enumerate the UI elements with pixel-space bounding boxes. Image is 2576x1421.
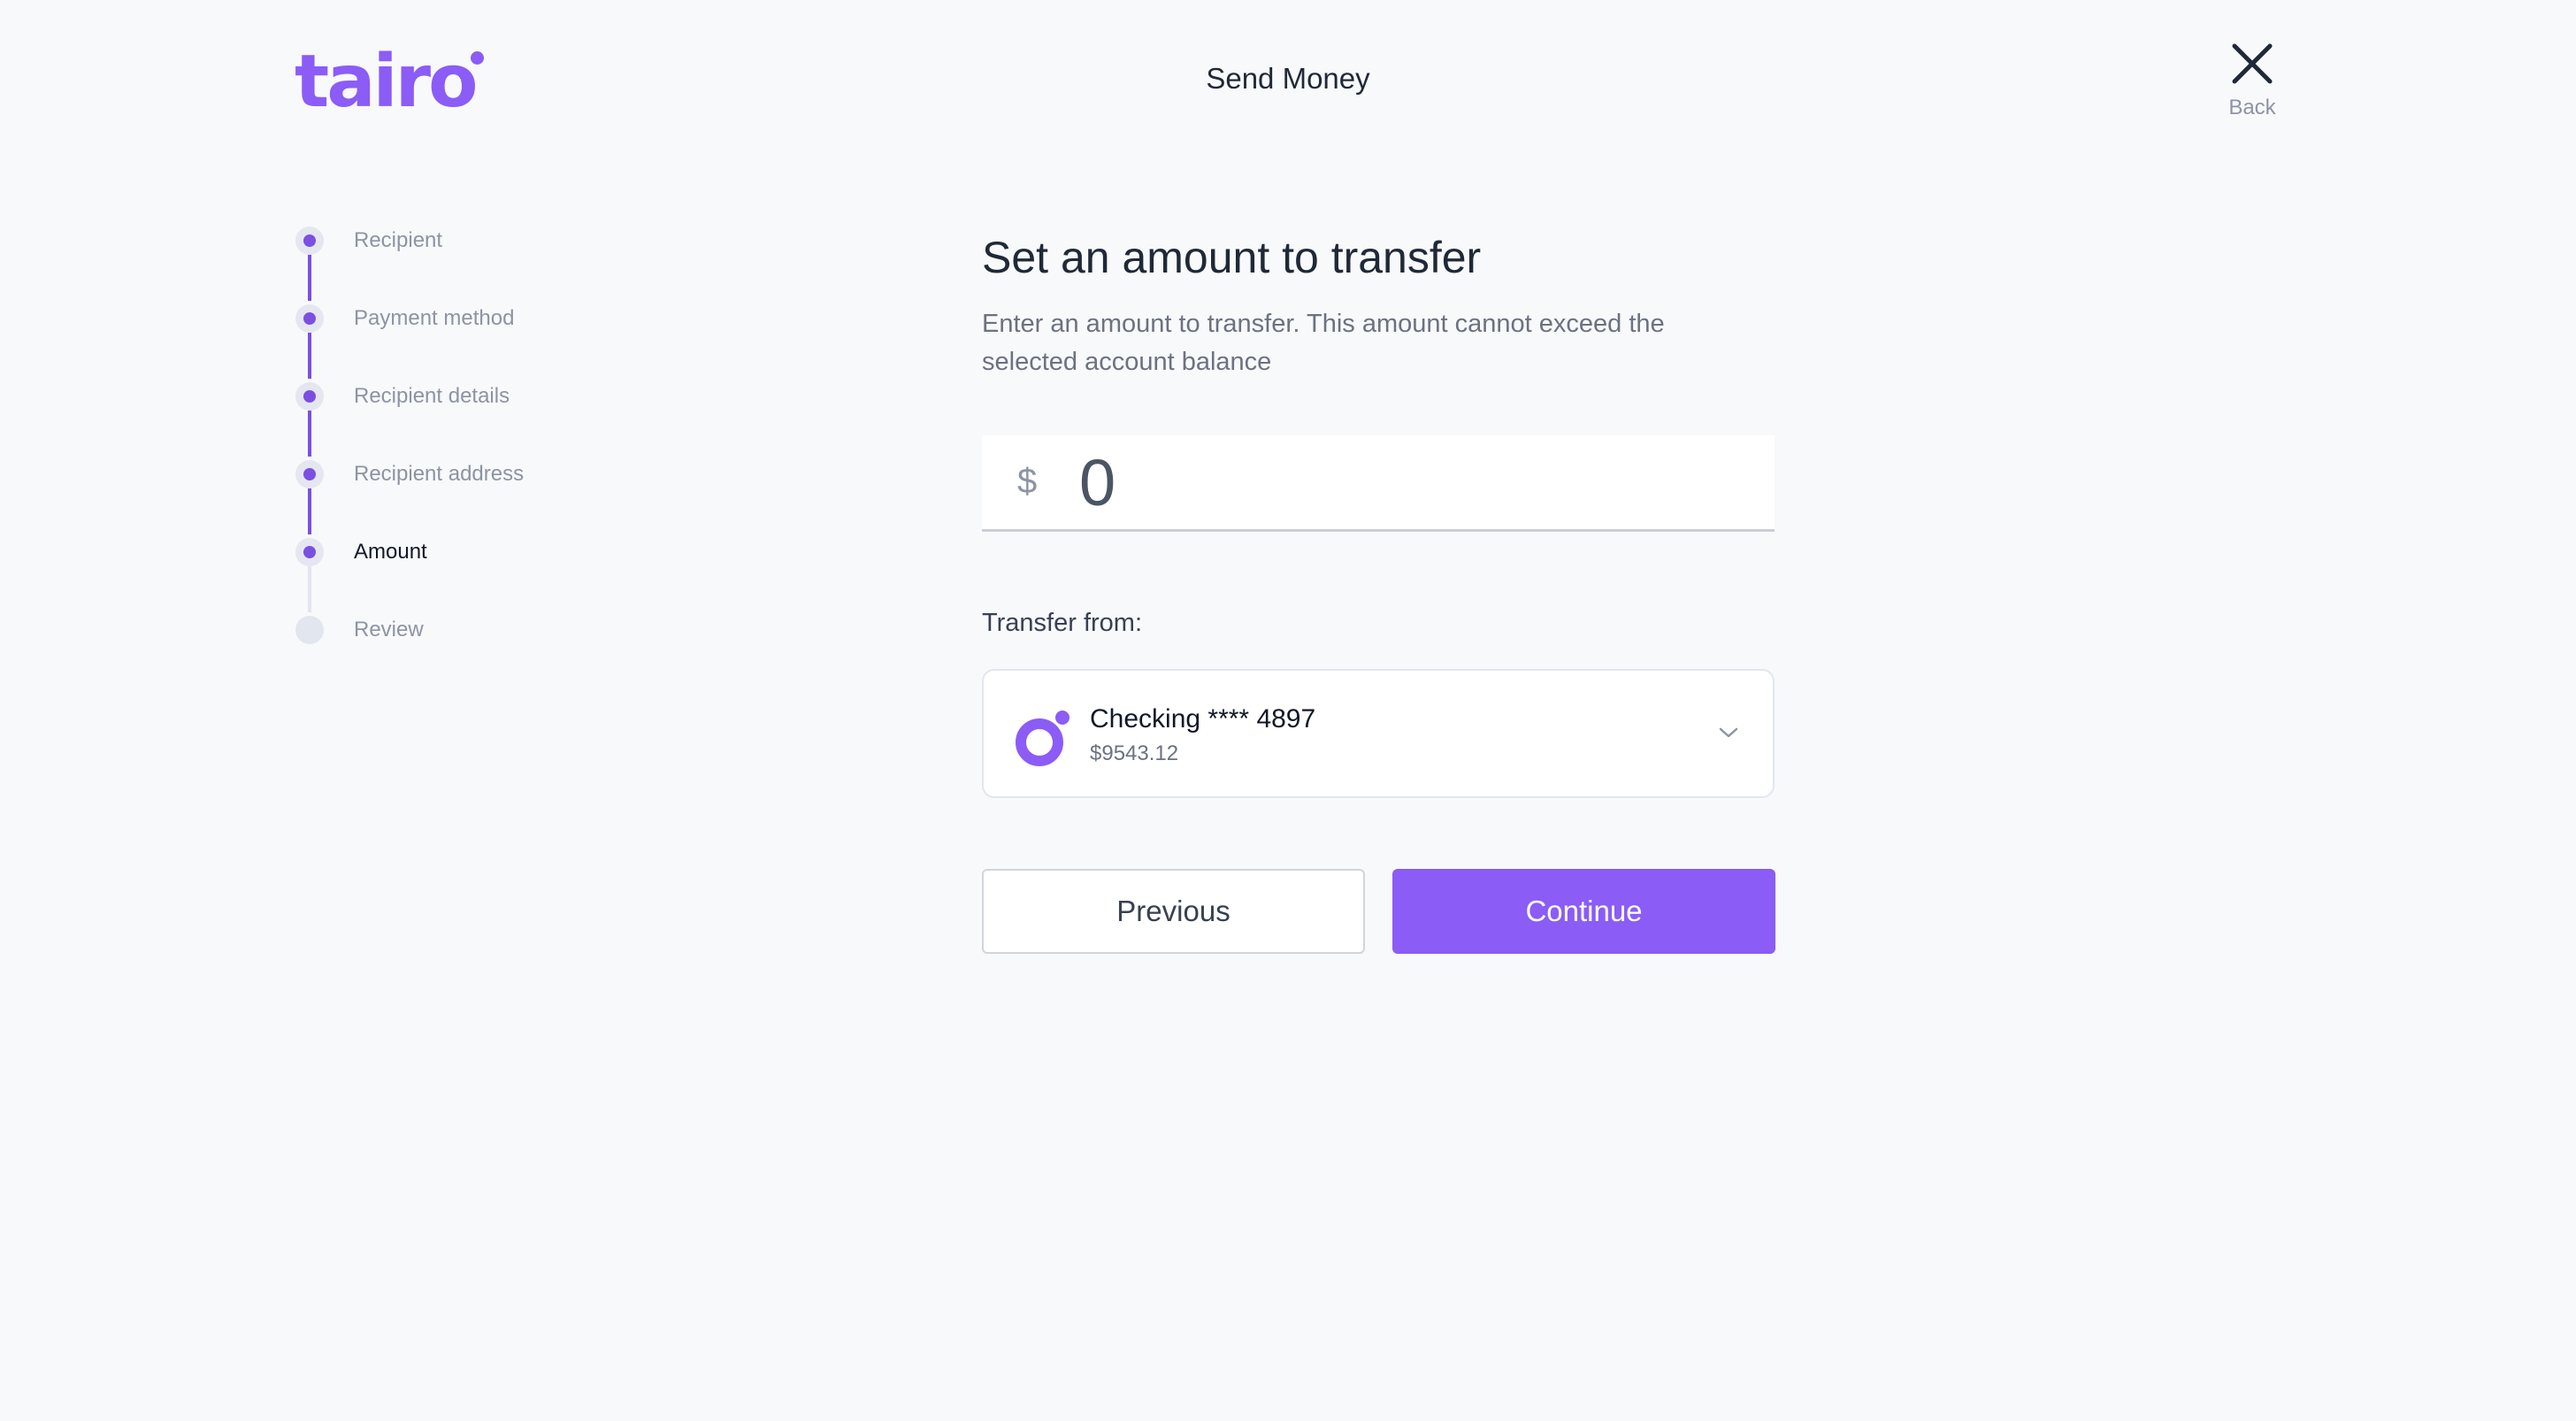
step-label: Recipient [354,228,443,252]
page-title: Send Money [1206,62,1370,95]
back-button[interactable]: Back [2208,41,2296,129]
chevron-down-icon [1719,727,1738,738]
step-payment-method[interactable]: Payment method [292,301,663,336]
step-connector [308,488,311,534]
send-money-page: tairo Send Money Back Recipient Payment … [0,0,2576,1421]
step-complete-icon [295,460,324,488]
amount-field[interactable]: $ [982,435,1775,532]
step-complete-icon [295,304,324,333]
form-heading: Set an amount to transfer [982,233,1482,282]
step-connector [308,333,311,379]
step-active-icon [295,538,324,566]
step-recipient-address[interactable]: Recipient address [292,457,663,492]
step-label: Recipient details [354,384,510,408]
step-label: Recipient address [354,462,525,486]
amount-input[interactable] [1079,442,1752,522]
step-connector [308,255,311,301]
account-balance: $9543.12 [1090,741,1179,765]
account-logo-icon [1016,710,1070,766]
progress-stepper: Recipient Payment method Recipient detai… [292,221,646,655]
step-recipient-details[interactable]: Recipient details [292,379,663,414]
currency-symbol: $ [1017,462,1038,501]
step-connector-pending [308,566,311,612]
account-name: Checking **** 4897 [1090,704,1316,734]
previous-button[interactable]: Previous [982,869,1365,954]
step-label: Payment method [354,306,515,330]
close-icon [2232,43,2273,84]
step-review: Review [292,612,663,648]
step-pending-icon [295,616,324,644]
transfer-from-label: Transfer from: [982,609,1143,637]
step-complete-icon [295,227,324,255]
step-recipient[interactable]: Recipient [292,223,663,258]
account-select[interactable]: Checking **** 4897 $9543.12 [982,669,1775,798]
step-label: Review [354,618,424,641]
step-connector [308,411,311,457]
step-complete-icon [295,382,324,411]
back-label: Back [2228,96,2276,119]
continue-button[interactable]: Continue [1392,869,1775,954]
step-label: Amount [354,540,427,564]
form-description: Enter an amount to transfer. This amount… [982,310,1665,376]
step-amount[interactable]: Amount [292,534,663,570]
